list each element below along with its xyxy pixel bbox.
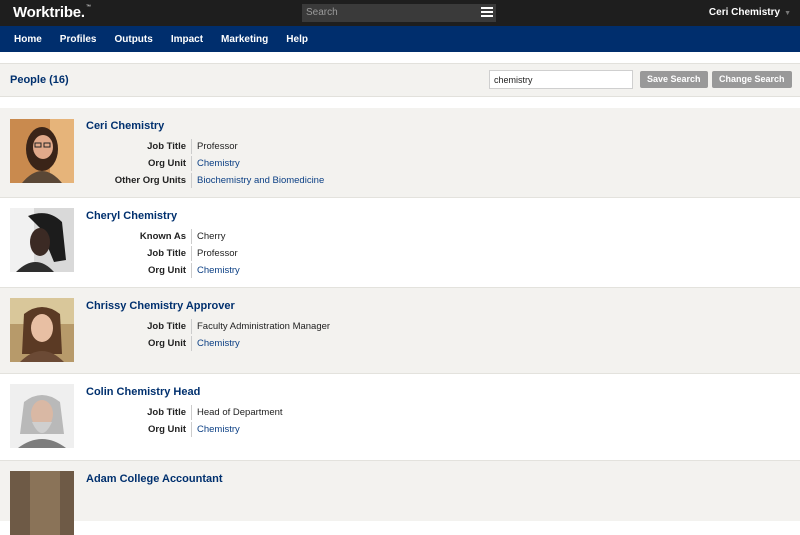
change-search-button[interactable]: Change Search [712, 71, 792, 88]
person-name[interactable]: Chrissy Chemistry Approver [86, 300, 235, 312]
avatar[interactable] [10, 298, 74, 362]
people-search-input[interactable] [489, 70, 633, 89]
org-unit-link[interactable]: Chemistry [192, 265, 240, 276]
list-item: Colin Chemistry Head Job Title Head of De… [0, 374, 800, 461]
list-item: Cheryl Chemistry Known As Cherry Job Titl… [0, 198, 800, 288]
person-name[interactable]: Cheryl Chemistry [86, 210, 177, 222]
avatar[interactable] [10, 208, 74, 272]
search-toolbar: People (16) Save Search Change Search [0, 63, 800, 97]
field-row: Org Unit Chemistry [86, 335, 330, 352]
nav-marketing[interactable]: Marketing [212, 34, 277, 45]
person-name[interactable]: Colin Chemistry Head [86, 386, 200, 398]
nav-impact[interactable]: Impact [162, 34, 212, 45]
top-bar: Worktribe.™ Search Ceri Chemistry ▼ [0, 0, 800, 26]
page-title: People (16) [10, 74, 69, 86]
nav-help[interactable]: Help [277, 34, 317, 45]
avatar[interactable] [10, 471, 74, 535]
list-item: Chrissy Chemistry Approver Job Title Facu… [0, 288, 800, 374]
field-row: Org Unit Chemistry [86, 421, 283, 438]
chevron-down-icon: ▼ [784, 10, 791, 17]
field-row: Job Title Faculty Administration Manager [86, 318, 330, 335]
people-list: Ceri Chemistry Job Title Professor Org Un… [0, 108, 800, 535]
list-item: Adam College Accountant [0, 461, 800, 535]
nav-home[interactable]: Home [5, 34, 51, 45]
field-row: Job Title Professor [86, 138, 324, 155]
nav-outputs[interactable]: Outputs [105, 34, 161, 45]
field-row: Other Org Units Biochemistry and Biomedic… [86, 172, 324, 189]
org-unit-link[interactable]: Biochemistry and Biomedicine [192, 175, 324, 186]
worktribe-logo[interactable]: Worktribe.™ [13, 4, 91, 21]
avatar[interactable] [10, 119, 74, 183]
field-row: Org Unit Chemistry [86, 262, 240, 279]
main-nav: Home Profiles Outputs Impact Marketing H… [0, 26, 800, 52]
field-row: Known As Cherry [86, 228, 240, 245]
org-unit-link[interactable]: Chemistry [192, 158, 240, 169]
person-name[interactable]: Ceri Chemistry [86, 120, 164, 132]
menu-icon[interactable] [481, 7, 493, 19]
field-row: Job Title Head of Department [86, 404, 283, 421]
save-search-button[interactable]: Save Search [640, 71, 708, 88]
org-unit-link[interactable]: Chemistry [192, 338, 240, 349]
list-item: Ceri Chemistry Job Title Professor Org Un… [0, 108, 800, 198]
user-menu[interactable]: Ceri Chemistry ▼ [709, 7, 791, 18]
nav-profiles[interactable]: Profiles [51, 34, 106, 45]
search-placeholder: Search [306, 7, 338, 18]
org-unit-link[interactable]: Chemistry [192, 424, 240, 435]
avatar[interactable] [10, 384, 74, 448]
field-row: Job Title Professor [86, 245, 240, 262]
field-row: Org Unit Chemistry [86, 155, 324, 172]
person-name[interactable]: Adam College Accountant [86, 473, 223, 485]
global-search-input[interactable]: Search [302, 4, 496, 22]
